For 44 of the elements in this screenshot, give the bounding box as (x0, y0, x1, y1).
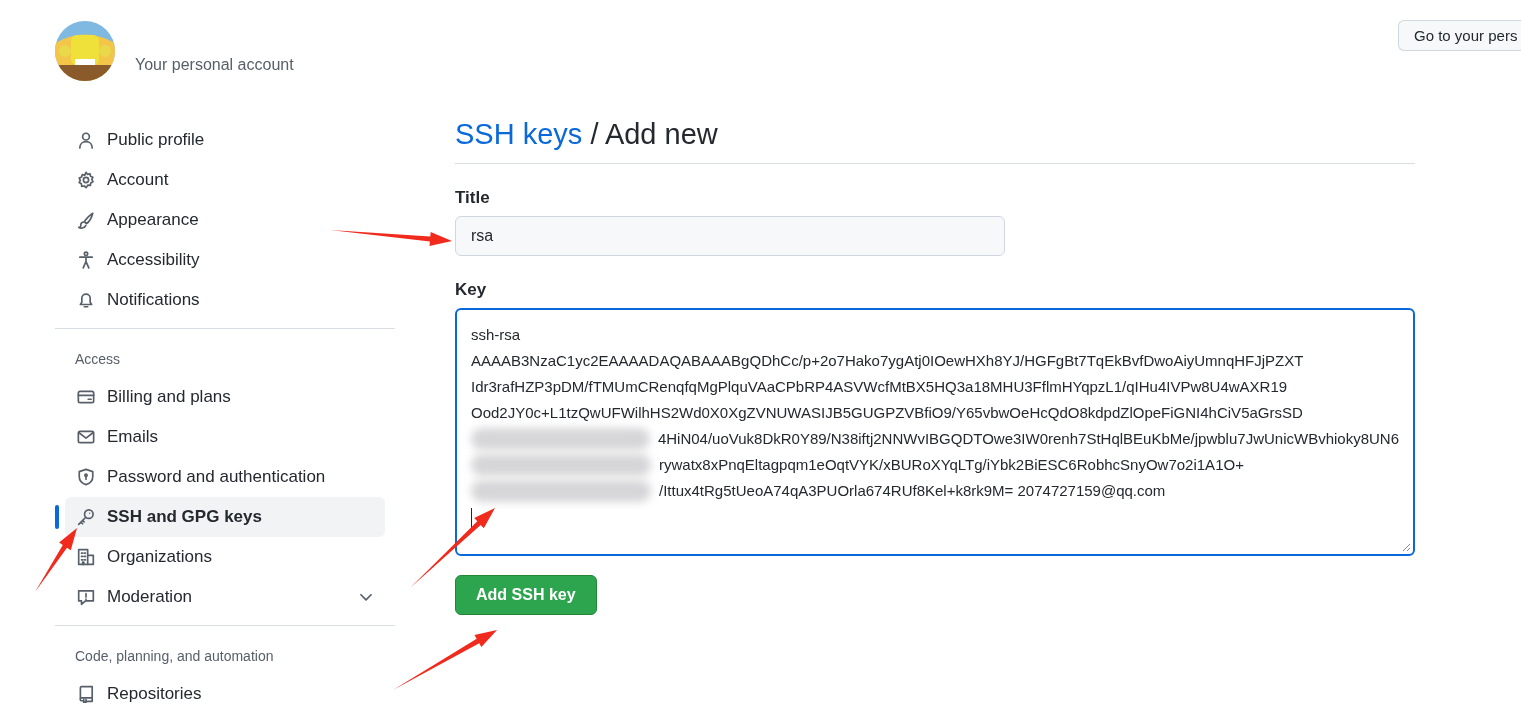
key-text-line: AAAAB3NzaC1yc2EAAAADAQABAAABgQDhCc/p+2o7Hako7ygAtj0IOewHXh8YJ/HGFgBt7TqEkBvfDwoAiyUmnqHFJjPZXT (471, 351, 1304, 371)
gear-icon (77, 171, 95, 189)
page-heading: SSH keys / Add new (455, 118, 719, 151)
title-field[interactable]: rsa (455, 216, 1005, 256)
account-subtitle: Your personal account (135, 56, 294, 74)
key-text-line: rywatx8xPnqEltagpqm1eOqtVYK/xBURoXYqLTg/iYbk2BiESC6RobhcSnyOw7o2i1A1O+ (659, 455, 1244, 475)
report-icon (77, 588, 95, 606)
breadcrumb-link[interactable]: SSH keys (455, 118, 583, 150)
person-icon (77, 131, 95, 149)
sidebar-item[interactable]: Account (65, 160, 385, 200)
shield-icon (77, 468, 95, 486)
sidebar-item[interactable]: Billing and plans (65, 377, 385, 417)
key-field[interactable] (455, 308, 1415, 556)
key-text-line: Ood2JY0c+L1tzQwUFWilhHS2Wd0X0XgZVNUWASIJB5GUGPZVBfiO9/Y65vbwOeHcQdO8kdpdZlOpeFiGNI4hCiV5aGrsSD (471, 403, 1303, 423)
mail-icon (77, 428, 95, 446)
field-label: Key (455, 280, 488, 300)
section-heading: Code, planning, and automation (74, 647, 275, 666)
resize-handle-icon[interactable] (1401, 542, 1411, 552)
key-text-line: /Ittux4tRg5tUeoA74qA3PUOrla674RUf8Kel+k8rk9M= 2074727159@qq.com (659, 481, 1166, 501)
accessibility-icon (77, 251, 95, 269)
paintbrush-icon (77, 211, 95, 229)
section-heading: Access (74, 350, 122, 369)
sidebar-item[interactable]: Password and authentication (65, 457, 385, 497)
selection-indicator (55, 505, 59, 529)
key-text-line: Idr3rafHZP3pDM/fTMUmCRenqfqMgPlquVAaCPbRP4ASVWcfMtBX5HQ3a18MHU3FflmHYqpzL1/qIHu4IVPw8U4wAXR19 (471, 377, 1288, 397)
key-icon (77, 508, 95, 526)
building-icon (77, 548, 95, 566)
sidebar-item[interactable]: Emails (65, 417, 385, 457)
sidebar-item[interactable]: Organizations (65, 537, 385, 577)
bell-icon (77, 291, 95, 309)
sidebar-item[interactable]: Repositories (65, 674, 385, 714)
repo-icon (77, 685, 95, 703)
key-text-line: 4HiN04/uoVuk8DkR0Y89/N38iftj2NNWvIBGQDTOwe3IW0renh7StHqlBEuKbMe/jpwblu7JwUnicWBvhioky8UN6 (657, 429, 1399, 449)
sidebar-item[interactable]: Public profile (65, 120, 385, 160)
key-text-line: ssh-rsa (471, 325, 521, 345)
annotation-arrow (35, 528, 77, 592)
field-label: Title (455, 188, 491, 208)
sidebar-item[interactable]: Appearance (65, 200, 385, 240)
sidebar-item[interactable]: Accessibility (65, 240, 385, 280)
sidebar-item[interactable]: Moderation (65, 577, 385, 617)
sidebar-item[interactable]: Notifications (65, 280, 385, 320)
text-cursor (471, 508, 472, 528)
credit-card-icon (77, 388, 95, 406)
profile-button[interactable]: Go to your pers (1398, 19, 1521, 51)
